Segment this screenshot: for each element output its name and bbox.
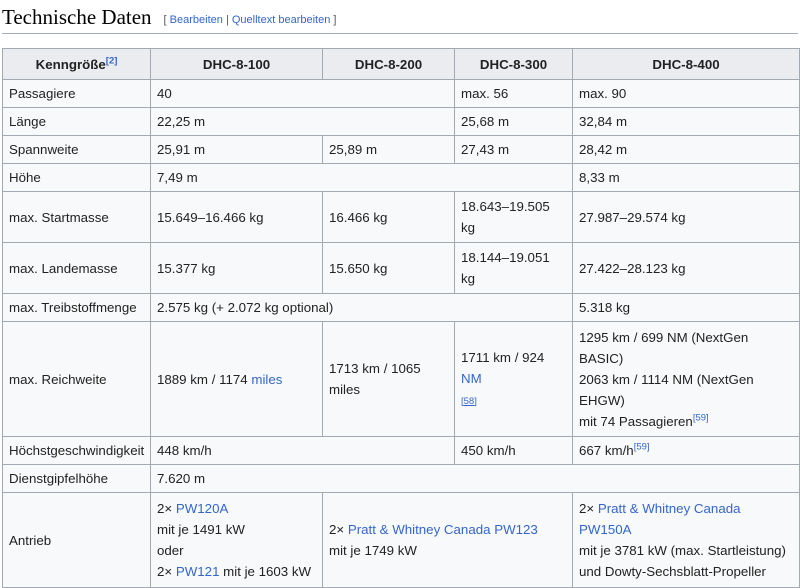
row-label: max. Landemasse: [2, 242, 151, 294]
cell: 2× Pratt & Whitney Canada PW123 mit je 1…: [322, 492, 573, 588]
cell: 5.318 kg: [572, 293, 800, 322]
ref-link[interactable]: [59]: [634, 442, 650, 453]
row-label: Länge: [2, 107, 151, 136]
row-label: Höchstgeschwindigkeit: [2, 436, 151, 465]
cell: 27.422–28.123 kg: [572, 242, 800, 294]
edit-source-link[interactable]: Quelltext bearbeiten: [232, 14, 330, 26]
header-dhc-8-100: DHC-8-100: [150, 48, 323, 80]
nm-link[interactable]: NM: [461, 371, 482, 386]
cell: 15.377 kg: [150, 242, 323, 294]
ref-link[interactable]: [58]: [461, 396, 477, 407]
edit-links: [ Bearbeiten | Quelltext bearbeiten ]: [163, 14, 337, 26]
cell: max. 90: [572, 79, 800, 108]
cell: 27,43 m: [454, 135, 573, 164]
cell: 1295 km / 699 NM (NextGen BASIC) 2063 km…: [572, 321, 800, 437]
table-row: max. Startmasse 15.649–16.466 kg 16.466 …: [2, 191, 800, 243]
miles-link[interactable]: miles: [251, 372, 282, 387]
table-row: max. Landemasse 15.377 kg 15.650 kg 18.1…: [2, 242, 800, 294]
cell: 27.987–29.574 kg: [572, 191, 800, 243]
pw123-link[interactable]: Pratt & Whitney Canada PW123: [348, 522, 538, 537]
table-row: Höhe 7,49 m 8,33 m: [2, 163, 800, 192]
table-row: Länge 22,25 m 25,68 m 32,84 m: [2, 107, 800, 136]
cell: 16.466 kg: [322, 191, 455, 243]
cell: 18.144–19.051 kg: [454, 242, 573, 294]
cell: 667 km/h[59]: [572, 436, 800, 465]
table-row: Antrieb 2× PW120A mit je 1491 kW oder 2×…: [2, 492, 800, 588]
edit-link[interactable]: Bearbeiten: [170, 14, 223, 26]
row-label: max. Reichweite: [2, 321, 151, 437]
section-heading: Technische Daten [ Bearbeiten | Quelltex…: [2, 0, 798, 34]
table-row: Passagiere 40 max. 56 max. 90: [2, 79, 800, 108]
section-title: Technische Daten: [2, 5, 152, 29]
header-dhc-8-300: DHC-8-300: [454, 48, 573, 80]
row-label: Passagiere: [2, 79, 151, 108]
row-label: Dienstgipfelhöhe: [2, 464, 151, 493]
pw121-link[interactable]: PW121: [176, 564, 220, 579]
table-row: max. Reichweite 1889 km / 1174 miles 171…: [2, 321, 800, 437]
header-param: Kenngröße[2]: [2, 48, 151, 80]
table-row: Spannweite 25,91 m 25,89 m 27,43 m 28,42…: [2, 135, 800, 164]
row-label: Höhe: [2, 163, 151, 192]
table-row: Dienstgipfelhöhe 7.620 m: [2, 464, 800, 493]
cell: 25,68 m: [454, 107, 573, 136]
table-header-row: Kenngröße[2] DHC-8-100 DHC-8-200 DHC-8-3…: [2, 48, 800, 80]
cell: 448 km/h: [150, 436, 455, 465]
header-dhc-8-400: DHC-8-400: [572, 48, 800, 80]
cell: 2× PW120A mit je 1491 kW oder 2× PW121 m…: [150, 492, 323, 588]
cell: 2× Pratt & Whitney Canada PW150A mit je …: [572, 492, 800, 588]
cell: 15.650 kg: [322, 242, 455, 294]
cell: 7,49 m: [150, 163, 573, 192]
cell: 1713 km / 1065 miles: [322, 321, 455, 437]
pw120a-link[interactable]: PW120A: [176, 501, 228, 516]
cell: max. 56: [454, 79, 573, 108]
cell: 450 km/h: [454, 436, 573, 465]
cell: 8,33 m: [572, 163, 800, 192]
cell: 25,89 m: [322, 135, 455, 164]
cell: 28,42 m: [572, 135, 800, 164]
table-row: Höchstgeschwindigkeit 448 km/h 450 km/h …: [2, 436, 800, 465]
header-dhc-8-200: DHC-8-200: [322, 48, 455, 80]
cell: 18.643–19.505 kg: [454, 191, 573, 243]
row-label: max. Treibstoffmenge: [2, 293, 151, 322]
row-label: Antrieb: [2, 492, 151, 588]
cell: 40: [150, 79, 455, 108]
ref-link[interactable]: [59]: [693, 412, 709, 423]
table-row: max. Treibstoffmenge 2.575 kg (+ 2.072 k…: [2, 293, 800, 322]
pw150a-link[interactable]: Pratt & Whitney Canada PW150A: [579, 501, 741, 537]
cell: 2.575 kg (+ 2.072 kg optional): [150, 293, 573, 322]
cell: 25,91 m: [150, 135, 323, 164]
cell: 15.649–16.466 kg: [150, 191, 323, 243]
row-label: max. Startmasse: [2, 191, 151, 243]
ref-link[interactable]: [2]: [106, 55, 118, 66]
cell: 22,25 m: [150, 107, 455, 136]
cell: 32,84 m: [572, 107, 800, 136]
technical-data-table: Kenngröße[2] DHC-8-100 DHC-8-200 DHC-8-3…: [2, 48, 800, 588]
cell: 1889 km / 1174 miles: [150, 321, 323, 437]
cell: 1711 km / 924 NM [58]: [454, 321, 573, 437]
cell: 7.620 m: [150, 464, 800, 493]
row-label: Spannweite: [2, 135, 151, 164]
